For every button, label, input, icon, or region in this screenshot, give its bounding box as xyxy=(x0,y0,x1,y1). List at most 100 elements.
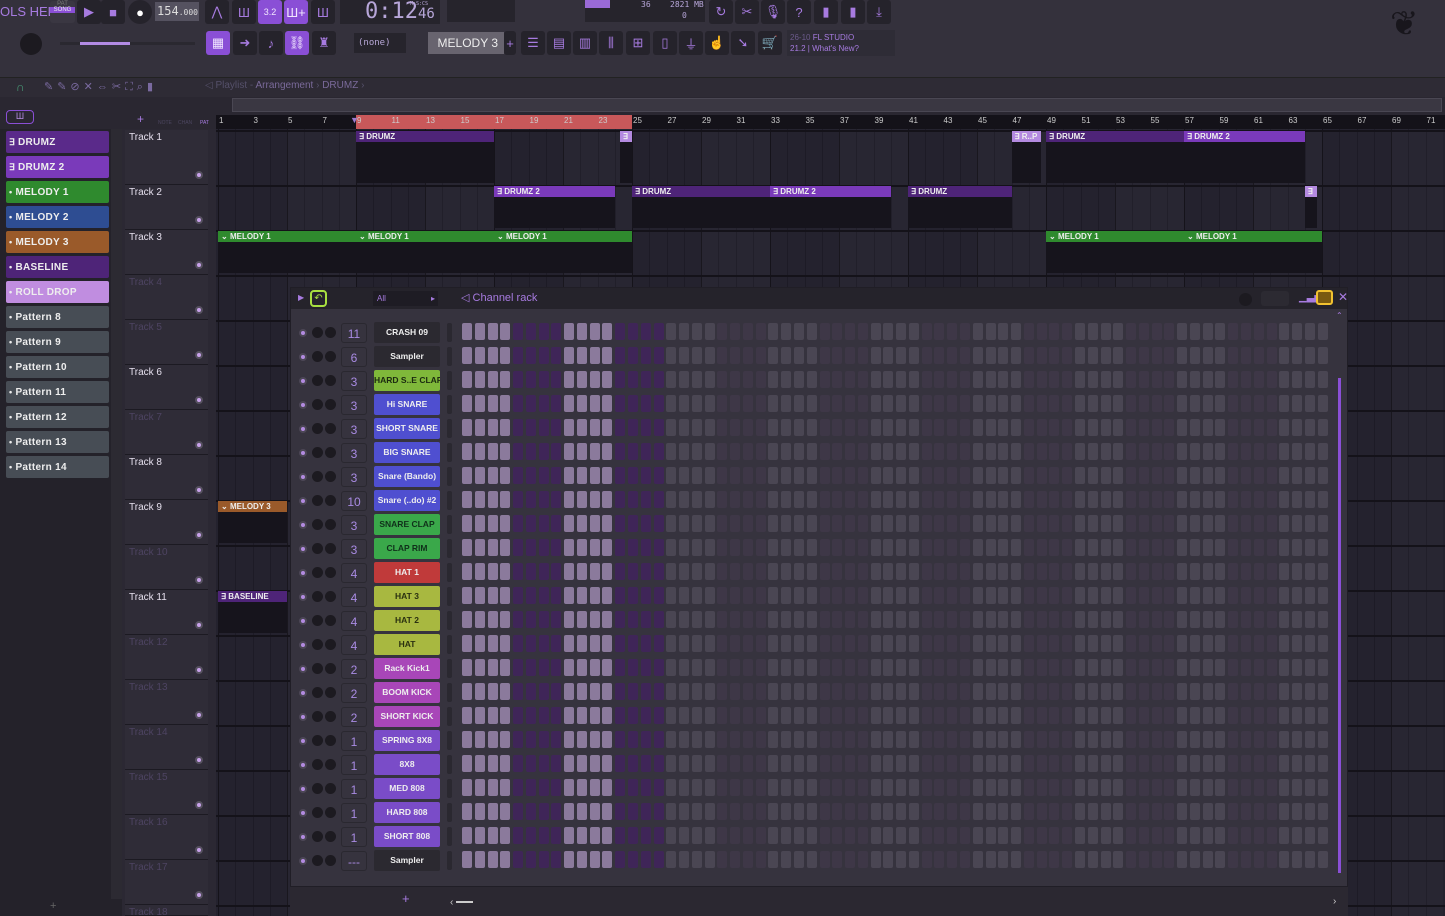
step-button[interactable] xyxy=(704,635,715,652)
step-button[interactable] xyxy=(1049,827,1060,844)
step-button[interactable] xyxy=(615,803,626,820)
playlist-clip[interactable]: ∃ BASELINE xyxy=(218,591,287,602)
step-button[interactable] xyxy=(908,803,919,820)
step-button[interactable] xyxy=(500,443,511,460)
step-button[interactable] xyxy=(1266,803,1277,820)
track-mute-icon[interactable] xyxy=(195,531,203,539)
step-button[interactable] xyxy=(896,371,907,388)
step-button[interactable] xyxy=(1126,731,1137,748)
step-button[interactable] xyxy=(768,851,779,868)
step-button[interactable] xyxy=(730,755,741,772)
step-button[interactable] xyxy=(1074,803,1085,820)
step-button[interactable] xyxy=(1113,755,1124,772)
step-button[interactable] xyxy=(1189,563,1200,580)
step-button[interactable] xyxy=(819,707,830,724)
step-button[interactable] xyxy=(615,851,626,868)
step-button[interactable] xyxy=(1228,707,1239,724)
step-button[interactable] xyxy=(730,515,741,532)
step-button[interactable] xyxy=(487,827,498,844)
step-button[interactable] xyxy=(1011,371,1022,388)
step-button[interactable] xyxy=(551,683,562,700)
step-button[interactable] xyxy=(564,851,575,868)
step-button[interactable] xyxy=(1240,587,1251,604)
step-button[interactable] xyxy=(947,395,958,412)
step-button[interactable] xyxy=(666,659,677,676)
step-button[interactable] xyxy=(857,515,868,532)
step-button[interactable] xyxy=(857,611,868,628)
step-button[interactable] xyxy=(1202,827,1213,844)
step-button[interactable] xyxy=(998,371,1009,388)
volume-knob[interactable] xyxy=(325,831,336,842)
step-button[interactable] xyxy=(640,611,651,628)
channel-name-button[interactable]: SPRING 8X8 xyxy=(374,730,440,751)
step-button[interactable] xyxy=(934,827,945,844)
step-button[interactable] xyxy=(717,635,728,652)
step-button[interactable] xyxy=(870,323,881,340)
step-button[interactable] xyxy=(1087,827,1098,844)
step-button[interactable] xyxy=(602,587,613,604)
step-button[interactable] xyxy=(551,755,562,772)
step-button[interactable] xyxy=(704,491,715,508)
step-button[interactable] xyxy=(628,491,638,508)
step-button[interactable] xyxy=(615,635,626,652)
step-button[interactable] xyxy=(1023,539,1034,556)
step-button[interactable] xyxy=(640,827,651,844)
step-button[interactable] xyxy=(1023,563,1034,580)
step-button[interactable] xyxy=(1189,395,1200,412)
step-button[interactable] xyxy=(1138,371,1149,388)
step-button[interactable] xyxy=(1279,659,1290,676)
step-button[interactable] xyxy=(1049,371,1060,388)
step-button[interactable] xyxy=(1151,755,1162,772)
step-button[interactable] xyxy=(1292,683,1303,700)
step-button[interactable] xyxy=(1279,443,1290,460)
step-button[interactable] xyxy=(1074,851,1085,868)
mute-led[interactable] xyxy=(299,593,307,601)
step-button[interactable] xyxy=(628,419,638,436)
step-button[interactable] xyxy=(1164,419,1175,436)
step-button[interactable] xyxy=(768,779,779,796)
step-button[interactable] xyxy=(1164,659,1175,676)
step-button[interactable] xyxy=(819,851,830,868)
channel-row[interactable]: 4 HAT 3 xyxy=(291,586,1341,608)
step-button[interactable] xyxy=(896,803,907,820)
step-button[interactable] xyxy=(474,491,485,508)
track-header[interactable]: Track 5 xyxy=(125,320,208,365)
step-button[interactable] xyxy=(1036,779,1047,796)
mute-led[interactable] xyxy=(299,545,307,553)
step-button[interactable] xyxy=(908,563,919,580)
channel-row[interactable]: 4 HAT xyxy=(291,634,1341,656)
step-button[interactable] xyxy=(845,419,856,436)
step-button[interactable] xyxy=(1049,467,1060,484)
step-button[interactable] xyxy=(1304,707,1315,724)
step-button[interactable] xyxy=(1023,683,1034,700)
step-button[interactable] xyxy=(628,539,638,556)
step-button[interactable] xyxy=(589,803,600,820)
clip-body[interactable] xyxy=(494,197,615,228)
step-button[interactable] xyxy=(1087,611,1098,628)
step-button[interactable] xyxy=(589,707,600,724)
channel-row[interactable]: 2 Rack Kick1 xyxy=(291,658,1341,680)
step-button[interactable] xyxy=(474,515,485,532)
step-button[interactable] xyxy=(1151,707,1162,724)
step-button[interactable] xyxy=(972,851,983,868)
step-button[interactable] xyxy=(870,395,881,412)
volume-knob[interactable] xyxy=(325,423,336,434)
step-button[interactable] xyxy=(857,803,868,820)
step-button[interactable] xyxy=(1279,803,1290,820)
step-button[interactable] xyxy=(794,803,805,820)
step-button[interactable] xyxy=(972,443,983,460)
step-button[interactable] xyxy=(1292,851,1303,868)
step-button[interactable] xyxy=(1151,347,1162,364)
step-button[interactable] xyxy=(653,371,664,388)
step-button[interactable] xyxy=(1113,851,1124,868)
step-button[interactable] xyxy=(615,611,626,628)
step-button[interactable] xyxy=(538,755,549,772)
step-button[interactable] xyxy=(1049,755,1060,772)
step-button[interactable] xyxy=(1062,563,1073,580)
step-button[interactable] xyxy=(1292,515,1303,532)
step-button[interactable] xyxy=(1279,395,1290,412)
step-button[interactable] xyxy=(589,539,600,556)
play-button[interactable]: ▶ xyxy=(77,0,101,24)
step-button[interactable] xyxy=(832,491,843,508)
step-button[interactable] xyxy=(1253,347,1264,364)
